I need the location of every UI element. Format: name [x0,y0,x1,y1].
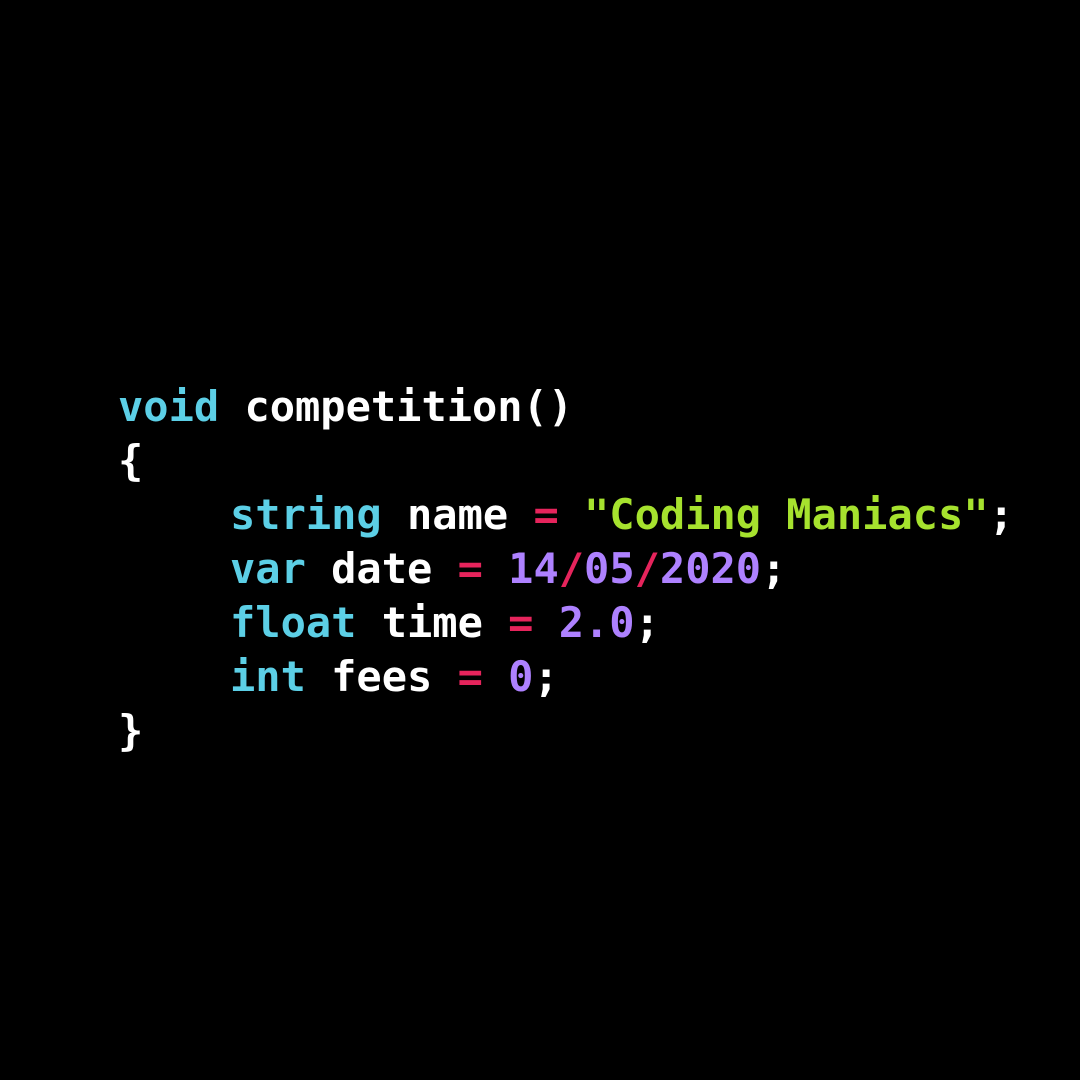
code-token-number: 14 [482,544,559,593]
code-token-punctuation: ; [634,598,660,647]
code-line: { [118,434,1014,488]
code-line: string name = "Coding Maniacs"; [118,488,1014,542]
code-token-identifier: fees [305,652,458,701]
code-token-operator: = [533,490,559,539]
code-line: } [118,704,1014,758]
code-token-punctuation: ; [533,652,559,701]
code-token-keyword: var [230,544,306,593]
code-token-punctuation: ; [761,544,787,593]
code-token-operator: = [457,652,483,701]
code-line: void competition() [118,380,1014,434]
code-token-punctuation: ; [988,490,1014,539]
code-token-identifier: name [381,490,534,539]
code-token-identifier: competition() [219,382,574,431]
code-token-operator: / [634,544,660,593]
code-token-number: 2.0 [533,598,635,647]
code-token-identifier: date [305,544,458,593]
code-token-operator: = [508,598,534,647]
code-token-identifier: time [356,598,509,647]
code-token-keyword: float [230,598,357,647]
code-snippet: void competition(){string name = "Coding… [118,380,1014,758]
code-token-keyword: string [230,490,382,539]
code-token-keyword: int [230,652,306,701]
code-token-operator: = [457,544,483,593]
code-token-number: 05 [584,544,635,593]
code-line: int fees = 0; [118,650,1014,704]
code-token-string: "Coding Maniacs" [558,490,989,539]
code-token-number: 2020 [659,544,762,593]
code-token-number: 0 [482,652,534,701]
code-token-punctuation: { [118,436,144,485]
code-token-keyword: void [118,382,220,431]
code-line: var date = 14/05/2020; [118,542,1014,596]
code-token-punctuation: } [118,706,144,755]
code-line: float time = 2.0; [118,596,1014,650]
code-token-operator: / [558,544,585,593]
